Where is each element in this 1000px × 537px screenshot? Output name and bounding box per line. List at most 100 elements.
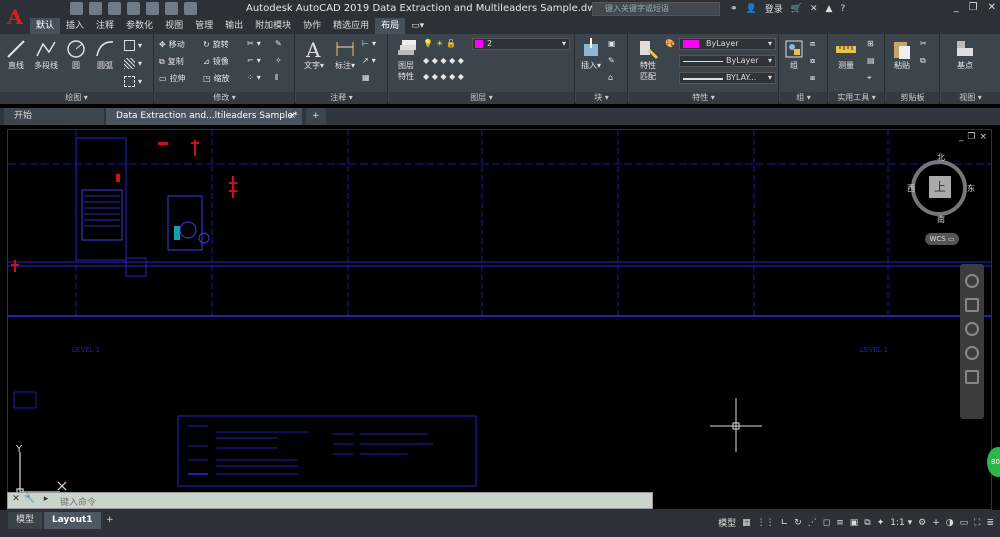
- linetype-dropdown[interactable]: ByLayer ▾: [679, 55, 776, 67]
- workspace-gear-icon[interactable]: ⚙: [918, 518, 926, 528]
- viewcube[interactable]: 上 北 南 西 东: [903, 152, 975, 224]
- ribbon-tab-featured-apps[interactable]: 精选应用: [327, 18, 375, 34]
- copy-clip-tool[interactable]: ⧉: [920, 56, 926, 66]
- block-panel-title[interactable]: 块 ▾: [576, 92, 627, 104]
- save-icon[interactable]: [108, 2, 121, 15]
- redo-icon[interactable]: [184, 2, 197, 15]
- draw-panel-title[interactable]: 绘图 ▾: [0, 92, 153, 104]
- paste-tool[interactable]: 粘贴: [888, 38, 916, 71]
- search-input[interactable]: 键入关键字或短语: [592, 2, 720, 16]
- base-view-tool[interactable]: 基点: [945, 38, 985, 71]
- table-tool[interactable]: ▦: [362, 73, 370, 82]
- layers-panel-title[interactable]: 图层 ▾: [389, 92, 574, 104]
- hatch-tool[interactable]: ▾: [124, 58, 142, 69]
- groups-panel-title[interactable]: 组 ▾: [780, 92, 827, 104]
- pan-icon[interactable]: [965, 298, 979, 312]
- polyline-tool[interactable]: 多段线: [32, 38, 60, 71]
- osnap-icon[interactable]: ◻: [823, 518, 830, 528]
- match-properties-tool[interactable]: 特性 匹配: [633, 38, 663, 82]
- color-wheel-icon[interactable]: 🎨: [665, 39, 675, 48]
- cmd-history-icon[interactable]: ▸: [40, 494, 52, 506]
- drawing-tab[interactable]: Data Extraction and...ltileaders Sample*…: [106, 108, 302, 125]
- edit-block-tool[interactable]: ✎: [608, 56, 615, 65]
- layout1-tab[interactable]: Layout1: [44, 512, 101, 529]
- binoculars-icon[interactable]: ⚭: [730, 4, 738, 14]
- mirror-tool[interactable]: ⊿ 镜像: [203, 56, 229, 67]
- properties-panel-title[interactable]: 特性 ▾: [629, 92, 778, 104]
- new-tab-button[interactable]: +: [306, 108, 326, 125]
- copy-tool[interactable]: ⧉ 复制: [159, 56, 184, 67]
- ribbon-tab-output[interactable]: 输出: [219, 18, 249, 34]
- compass-west[interactable]: 西: [907, 183, 915, 194]
- boundary-tool[interactable]: ▾: [124, 76, 142, 87]
- lineweight-dropdown[interactable]: BYLAY... ▾: [679, 72, 776, 84]
- view-panel-title[interactable]: 视图 ▾: [941, 92, 1000, 104]
- login-button[interactable]: 登录: [765, 2, 783, 15]
- linear-dim-tool[interactable]: ⊢ ▾: [362, 39, 376, 48]
- cut-tool[interactable]: ✂: [920, 39, 927, 48]
- isolate-icon[interactable]: ◑: [946, 518, 954, 528]
- layer-properties-tool[interactable]: 图层 特性: [392, 38, 420, 82]
- ribbon-tab-view[interactable]: 视图: [159, 18, 189, 34]
- hardware-accel-icon[interactable]: ▭: [960, 518, 969, 528]
- ribbon-tab-manage[interactable]: 管理: [189, 18, 219, 34]
- selection-cycling-icon[interactable]: ⧉: [864, 518, 870, 528]
- undo-icon[interactable]: [165, 2, 178, 15]
- viewport-restore-button[interactable]: ❐: [967, 132, 975, 142]
- ribbon-tab-home[interactable]: 默认: [30, 18, 61, 34]
- circle-tool[interactable]: 圆: [64, 38, 88, 71]
- application-menu-button[interactable]: A: [0, 0, 30, 34]
- ribbon-tab-layout[interactable]: 布局: [375, 18, 406, 34]
- layer-tools-row1[interactable]: ◆ ◆ ◆ ◆ ◆: [423, 56, 464, 65]
- compass-east[interactable]: 东: [967, 183, 975, 194]
- orbit-icon[interactable]: [965, 346, 979, 360]
- erase-tool[interactable]: ✎: [275, 39, 282, 48]
- viewcube-top-face[interactable]: 上: [929, 176, 951, 198]
- group-select-tool[interactable]: ⧆: [810, 73, 815, 83]
- exchange-icon[interactable]: ✕: [810, 4, 818, 14]
- trim-tool[interactable]: ✂ ▾: [247, 39, 261, 48]
- arc-tool[interactable]: 圆弧: [92, 38, 118, 71]
- ribbon-tab-collaborate[interactable]: 协作: [297, 18, 327, 34]
- annotation-scale-icon[interactable]: ✦: [877, 518, 885, 528]
- isodraft-icon[interactable]: ⋰: [808, 518, 817, 528]
- transparency-icon[interactable]: ▣: [850, 518, 859, 528]
- color-dropdown[interactable]: ByLayer ▾: [679, 38, 776, 50]
- layer-dropdown[interactable]: 2 ▾: [472, 38, 570, 50]
- close-cmd-icon[interactable]: ✕: [10, 494, 22, 506]
- snap-icon[interactable]: ⋮⋮: [757, 518, 775, 528]
- ortho-icon[interactable]: ∟: [781, 518, 789, 528]
- wrench-icon[interactable]: 🔧: [24, 494, 36, 506]
- close-tab-icon[interactable]: ×: [288, 108, 296, 125]
- calculator-tool[interactable]: ▤: [867, 56, 875, 65]
- scale-tool[interactable]: ◳ 缩放: [203, 73, 230, 84]
- ribbon-tab-parametric[interactable]: 参数化: [120, 18, 159, 34]
- compass-north[interactable]: 北: [937, 152, 945, 163]
- new-file-icon[interactable]: [70, 2, 83, 15]
- ungroup-tool[interactable]: ⧈: [810, 39, 815, 49]
- minimize-window-button[interactable]: _: [954, 2, 959, 13]
- help-button[interactable]: ?: [840, 4, 845, 14]
- grid-icon[interactable]: ▦: [742, 518, 751, 528]
- explode-tool[interactable]: ✧: [275, 56, 282, 65]
- create-block-tool[interactable]: ▣: [608, 39, 616, 48]
- viewport-close-button[interactable]: ×: [979, 132, 987, 142]
- dimension-tool[interactable]: 标注▾: [332, 38, 358, 71]
- plus-icon[interactable]: +: [932, 518, 940, 528]
- id-point-tool[interactable]: ⌖: [867, 73, 872, 83]
- drawing-canvas[interactable]: _ ❐ × LEVEL 1 LEVEL 1 Y: [7, 129, 992, 510]
- rectangle-tool[interactable]: ▾: [124, 40, 142, 51]
- user-icon[interactable]: 👤: [746, 4, 757, 14]
- command-input[interactable]: 键入命令: [60, 495, 96, 508]
- open-file-icon[interactable]: [89, 2, 102, 15]
- measure-tool[interactable]: 测量: [831, 38, 861, 71]
- wcs-menu-button[interactable]: WCS ▭: [925, 233, 959, 245]
- model-tab[interactable]: 模型: [8, 512, 43, 529]
- command-line[interactable]: ✕ 🔧 ▸ 键入命令: [7, 492, 653, 509]
- rotate-tool[interactable]: ↻ 旋转: [203, 39, 229, 50]
- clean-screen-icon[interactable]: ⛶: [974, 518, 980, 528]
- model-space-button[interactable]: 模型: [718, 516, 736, 529]
- ribbon-tab-addins[interactable]: 附加模块: [249, 18, 297, 34]
- customize-icon[interactable]: ≣: [986, 518, 994, 528]
- save-as-icon[interactable]: [127, 2, 140, 15]
